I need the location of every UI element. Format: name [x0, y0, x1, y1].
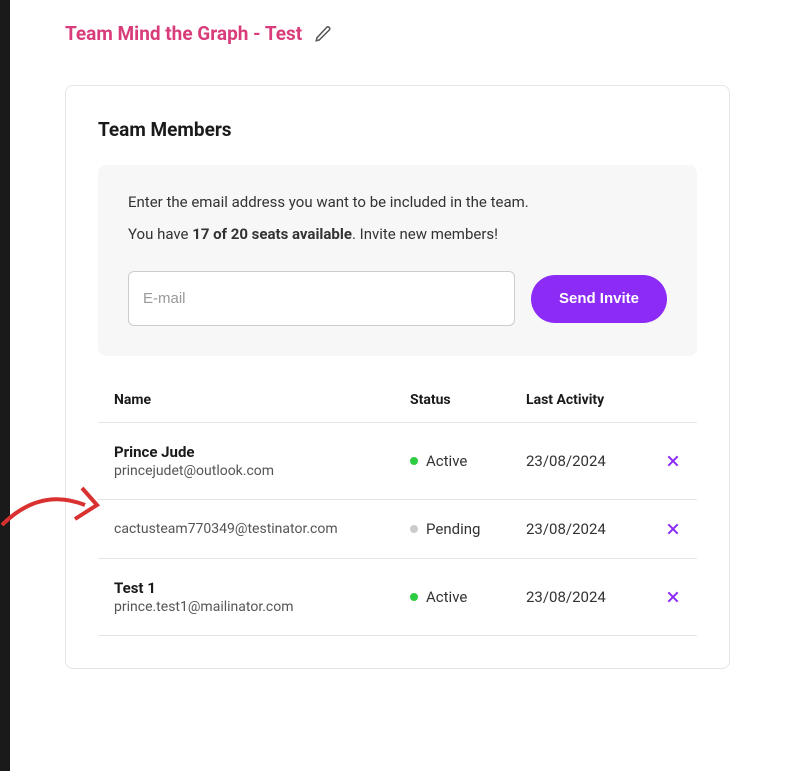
header-action — [656, 392, 681, 408]
cell-status: Active — [410, 588, 526, 606]
member-email: cactusteam770349@testinator.com — [114, 521, 410, 537]
table-row: cactusteam770349@testinator.com Pending 23… — [98, 500, 697, 559]
table-row: Test 1 prince.test1@mailinator.com Active 2… — [98, 559, 697, 636]
remove-member-button[interactable] — [656, 589, 681, 605]
member-name: Test 1 — [114, 579, 410, 597]
status-dot-icon — [410, 525, 418, 533]
member-name: Prince Jude — [114, 443, 410, 461]
cell-status: Active — [410, 452, 526, 470]
status-label: Active — [426, 452, 467, 470]
invite-box: Enter the email address you want to be i… — [98, 165, 697, 356]
header-name: Name — [114, 392, 410, 408]
invite-instruction: Enter the email address you want to be i… — [128, 193, 667, 211]
status-dot-icon — [410, 593, 418, 601]
table-row: Prince Jude princejudet@outlook.com Active… — [98, 423, 697, 500]
seats-availability: You have 17 of 20 seats available. Invit… — [128, 225, 667, 243]
team-members-card: Team Members Enter the email address you… — [65, 85, 730, 669]
seats-suffix: . Invite new members! — [352, 225, 498, 243]
invite-form-row: Send Invite — [128, 271, 667, 326]
cell-status: Pending — [410, 520, 526, 538]
table-header: Name Status Last Activity — [98, 392, 697, 423]
cell-name: cactusteam770349@testinator.com — [114, 521, 410, 537]
status-label: Pending — [426, 520, 480, 538]
header-last-activity: Last Activity — [526, 392, 656, 408]
page-content: Team Mind the Graph - Test Team Members … — [0, 0, 786, 669]
status-dot-icon — [410, 457, 418, 465]
left-sidebar-edge — [0, 0, 10, 771]
page-title: Team Mind the Graph - Test — [65, 22, 302, 45]
remove-member-button[interactable] — [656, 453, 681, 469]
seats-prefix: You have — [128, 225, 192, 243]
cell-name: Test 1 prince.test1@mailinator.com — [114, 579, 410, 615]
table-body: Prince Jude princejudet@outlook.com Active… — [98, 423, 697, 636]
member-email: princejudet@outlook.com — [114, 463, 410, 479]
title-row: Team Mind the Graph - Test — [65, 22, 730, 45]
cell-last-activity: 23/08/2024 — [526, 520, 656, 538]
member-email: prince.test1@mailinator.com — [114, 599, 410, 615]
status-label: Active — [426, 588, 467, 606]
send-invite-button[interactable]: Send Invite — [531, 275, 667, 323]
cell-name: Prince Jude princejudet@outlook.com — [114, 443, 410, 479]
header-status: Status — [410, 392, 526, 408]
cell-last-activity: 23/08/2024 — [526, 588, 656, 606]
cell-last-activity: 23/08/2024 — [526, 452, 656, 470]
section-title: Team Members — [98, 118, 697, 141]
remove-member-button[interactable] — [656, 521, 681, 537]
email-input[interactable] — [128, 271, 515, 326]
seats-count: 17 of 20 seats available — [192, 225, 352, 243]
edit-title-icon[interactable] — [314, 25, 332, 43]
